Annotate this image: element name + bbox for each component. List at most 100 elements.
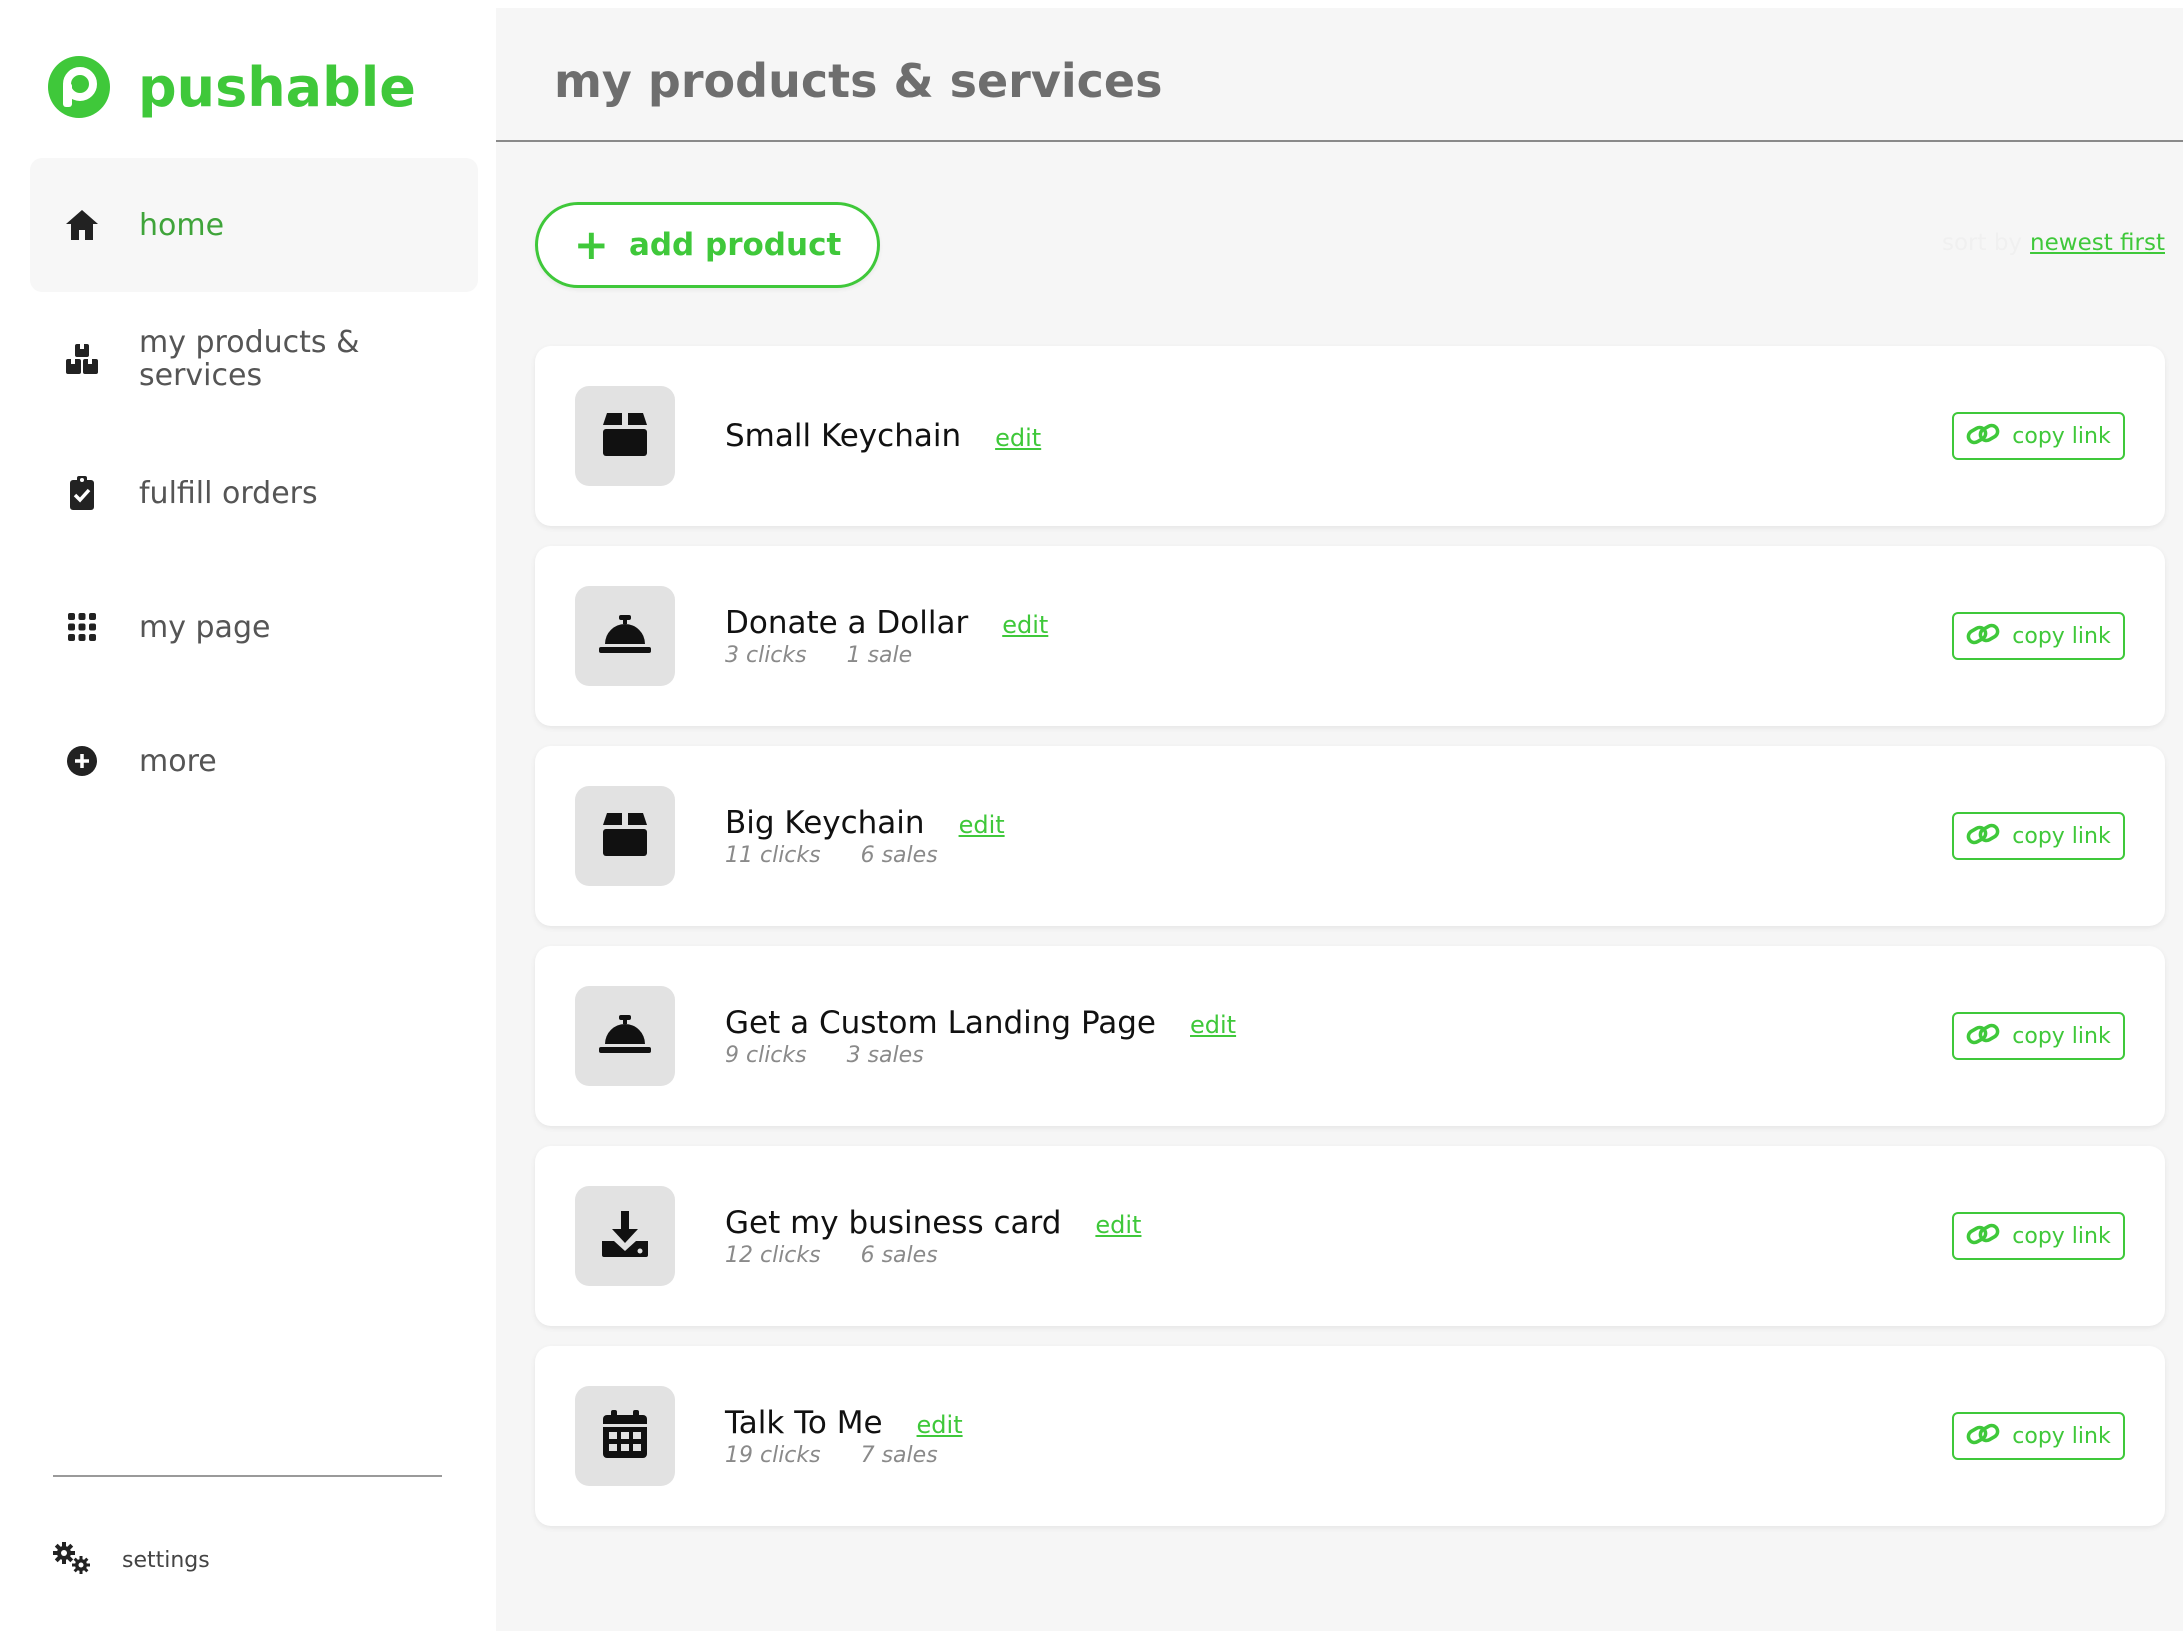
settings-label: settings [122, 1547, 210, 1573]
link-icon [1966, 1221, 2000, 1251]
sales-count: 7 sales [860, 1442, 938, 1468]
sidebar-item-label: fulfill orders [139, 475, 318, 511]
link-icon [1966, 1021, 2000, 1051]
service-bell-icon [599, 614, 651, 658]
sort-label: sort by [1941, 230, 2023, 256]
copy-link-button[interactable]: copy link [1952, 812, 2125, 860]
product-stats: 19 clicks 7 sales [725, 1443, 963, 1468]
sidebar: pushable home my products & services ful… [0, 0, 496, 1638]
product-list: Small Keychain edit copy link Donate a D… [535, 346, 2165, 1546]
product-thumbnail [575, 986, 675, 1086]
box-icon [601, 411, 649, 461]
sidebar-item-label: my products & services [139, 325, 360, 393]
sales-count: 6 sales [860, 842, 938, 868]
edit-link[interactable]: edit [1095, 1211, 1141, 1239]
product-card: Get my business card edit 12 clicks 6 sa… [535, 1146, 2165, 1326]
product-name: Small Keychain [725, 418, 962, 454]
sort-dropdown[interactable]: newest first [2030, 230, 2165, 256]
copy-link-label: copy link [2012, 1423, 2111, 1449]
clicks-count: 11 clicks [725, 842, 821, 868]
sort-control: sort by newest first [1942, 230, 2165, 256]
copy-link-label: copy link [2012, 423, 2111, 449]
product-name: Talk To Me [725, 1404, 883, 1441]
settings-link[interactable]: settings [50, 1540, 210, 1580]
copy-link-button[interactable]: copy link [1952, 412, 2125, 460]
copy-link-label: copy link [2012, 1223, 2111, 1249]
sales-count: 6 sales [860, 1242, 938, 1268]
product-card: Talk To Me edit 19 clicks 7 sales copy l… [535, 1346, 2165, 1526]
product-thumbnail [575, 1386, 675, 1486]
product-info: Talk To Me edit 19 clicks 7 sales [725, 1346, 963, 1526]
sidebar-item-my-page[interactable]: my page [30, 560, 478, 694]
clipboard-check-icon [64, 475, 100, 511]
clicks-count: 12 clicks [725, 1242, 821, 1268]
home-icon [64, 207, 100, 243]
product-card: Small Keychain edit copy link [535, 346, 2165, 526]
product-name: Big Keychain [725, 804, 925, 841]
sidebar-item-more[interactable]: more [30, 694, 478, 828]
copy-link-label: copy link [2012, 623, 2111, 649]
product-name: Get a Custom Landing Page [725, 1004, 1157, 1041]
add-product-label: add product [628, 227, 842, 263]
link-icon [1966, 1421, 2000, 1451]
product-thumbnail [575, 386, 675, 486]
sales-count: 3 sales [846, 1042, 924, 1068]
edit-link[interactable]: edit [959, 811, 1005, 839]
add-product-button[interactable]: + add product [535, 202, 880, 288]
product-name: Get my business card [725, 1204, 1062, 1241]
clicks-count: 9 clicks [725, 1042, 807, 1068]
download-icon [600, 1209, 650, 1263]
copy-link-button[interactable]: copy link [1952, 1412, 2125, 1460]
brand-name: pushable [138, 55, 416, 119]
page-header: my products & services [496, 8, 2183, 142]
plus-icon: + [573, 220, 609, 269]
copy-link-button[interactable]: copy link [1952, 1012, 2125, 1060]
link-icon [1966, 621, 2000, 651]
sidebar-item-label: more [139, 743, 217, 779]
edit-link[interactable]: edit [1190, 1011, 1236, 1039]
calendar-icon [602, 1409, 648, 1463]
pushable-logo-icon [48, 56, 110, 118]
main-content: my products & services + add product sor… [496, 8, 2183, 1631]
product-info: Get my business card edit 12 clicks 6 sa… [725, 1146, 1141, 1326]
product-thumbnail [575, 786, 675, 886]
edit-link[interactable]: edit [917, 1411, 963, 1439]
service-bell-icon [599, 1014, 651, 1058]
sidebar-divider [53, 1475, 442, 1477]
copy-link-label: copy link [2012, 823, 2111, 849]
edit-link[interactable]: edit [1002, 611, 1048, 639]
sidebar-item-products[interactable]: my products & services [30, 292, 478, 426]
copy-link-button[interactable]: copy link [1952, 1212, 2125, 1260]
sales-count: 1 sale [846, 642, 913, 668]
link-icon [1966, 821, 2000, 851]
product-info: Get a Custom Landing Page edit 9 clicks … [725, 946, 1236, 1126]
product-thumbnail [575, 586, 675, 686]
gears-icon [50, 1540, 94, 1580]
edit-link[interactable]: edit [995, 424, 1041, 452]
grid-icon [64, 609, 100, 645]
sidebar-item-home[interactable]: home [30, 158, 478, 292]
clicks-count: 3 clicks [725, 642, 807, 668]
product-stats: 3 clicks 1 sale [725, 643, 1048, 668]
copy-link-button[interactable]: copy link [1952, 612, 2125, 660]
sidebar-item-fulfill-orders[interactable]: fulfill orders [30, 426, 478, 560]
copy-link-label: copy link [2012, 1023, 2111, 1049]
boxes-icon [64, 341, 100, 377]
box-icon [601, 811, 649, 861]
product-thumbnail [575, 1186, 675, 1286]
product-stats: 11 clicks 6 sales [725, 843, 1005, 868]
brand[interactable]: pushable [48, 52, 416, 122]
product-stats: 12 clicks 6 sales [725, 1243, 1141, 1268]
product-stats: 9 clicks 3 sales [725, 1043, 1236, 1068]
plus-circle-icon [64, 743, 100, 779]
sidebar-item-label: my page [139, 609, 271, 645]
sidebar-item-label: home [139, 207, 225, 243]
product-info: Donate a Dollar edit 3 clicks 1 sale [725, 546, 1048, 726]
sidebar-nav: home my products & services fulfill orde… [30, 158, 478, 828]
clicks-count: 19 clicks [725, 1442, 821, 1468]
product-card: Donate a Dollar edit 3 clicks 1 sale cop… [535, 546, 2165, 726]
product-card: Big Keychain edit 11 clicks 6 sales copy… [535, 746, 2165, 926]
product-name: Donate a Dollar [725, 604, 969, 641]
link-icon [1966, 421, 2000, 451]
product-info: Small Keychain edit [725, 346, 1041, 526]
